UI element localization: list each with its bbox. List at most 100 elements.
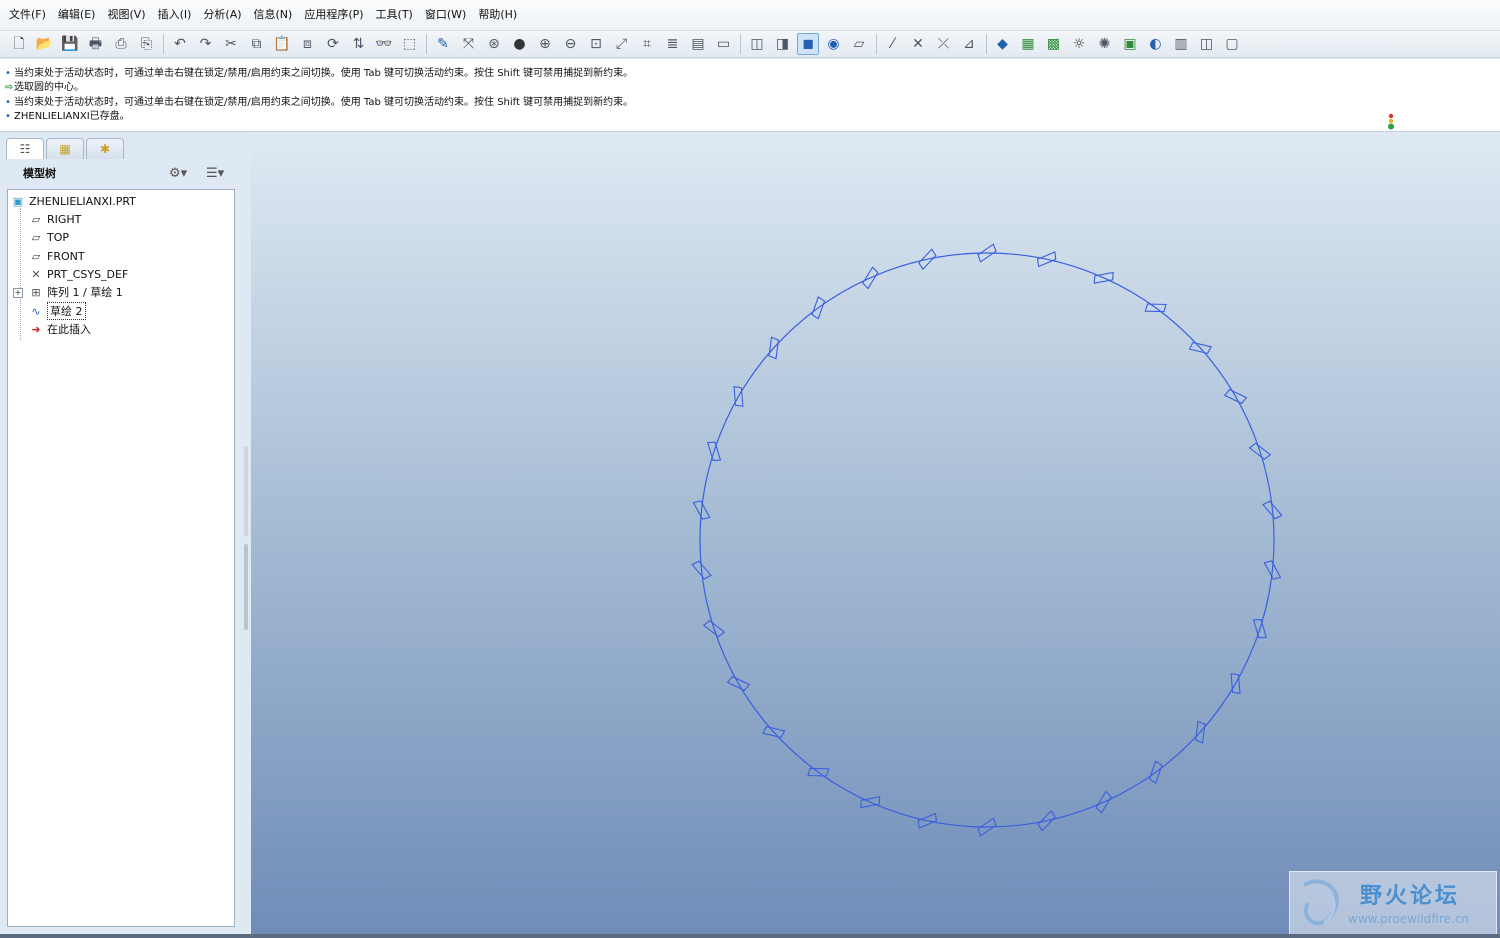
menu-bar: 文件(F) 编辑(E) 视图(V) 插入(I) 分析(A) 信息(N) 应用程序(P) 工具(… <box>0 0 1500 30</box>
tree-item-label: 在此插入 <box>47 323 91 336</box>
menu-item[interactable]: 信息(N) <box>248 0 299 30</box>
paste-special-icon[interactable]: ⧈ <box>297 33 319 55</box>
message-line: ⇨选取圆的中心。 <box>5 82 84 93</box>
menu-item[interactable]: 窗口(W) <box>419 0 472 30</box>
shading-mode-icon[interactable]: ◼ <box>797 33 819 55</box>
no-hidden-icon[interactable]: ◨ <box>772 33 794 55</box>
blank-icon[interactable]: ▢ <box>1221 33 1243 55</box>
tab-model-tree[interactable]: ☷ <box>6 138 44 159</box>
regenerate-icon[interactable]: ⟳ <box>322 33 344 55</box>
zoom-out-icon[interactable]: ⊖ <box>560 33 582 55</box>
grid-icon[interactable]: ▩ <box>1043 33 1065 55</box>
datum-axis-display-icon[interactable]: ⁄ <box>882 33 904 55</box>
saved-views-icon[interactable]: ⌗ <box>636 33 658 55</box>
tree-item-csys[interactable]: ✕ PRT_CSYS_DEF <box>28 265 128 283</box>
model-tree-tab-icon: ☷ <box>19 142 31 156</box>
watermark-logo-icon <box>1302 879 1339 925</box>
light-icon[interactable]: ☼ <box>1068 33 1090 55</box>
tree-settings-icon[interactable]: ⚙▾ <box>169 166 187 181</box>
menu-item[interactable]: 帮助(H) <box>472 0 523 30</box>
panel-splitter[interactable] <box>243 446 249 756</box>
reorient-icon[interactable]: ⤢ <box>611 33 633 55</box>
datum-point-icon[interactable]: ⊛ <box>483 33 505 55</box>
model-tree-icon[interactable]: ◆ <box>992 33 1014 55</box>
select-box-icon[interactable]: ⬚ <box>399 33 421 55</box>
refit-icon[interactable]: ⊡ <box>585 33 607 55</box>
copy-icon[interactable]: ⧉ <box>246 33 268 55</box>
model-tree-title: 模型树 <box>23 167 56 180</box>
main-toolbar: 🗋 📂 💾 🖶 ⎙ ⎘ ↶ ↷ ✂ ⧉ 📋 ⧈ ⟳ ⇅ 👓 ⬚ ✎ ⤧ ⊛ ● ⊕ ⊖ ⊡ ⤢ ⌗ ≣ ▤ ▭ ◫ ◨ ◼ ◉ ▱ ⁄ ✕ ⤫ ⊿ ◆ ▦ ▩… <box>0 30 1500 58</box>
menu-item[interactable]: 插入(I) <box>152 0 198 30</box>
print-preview-icon[interactable]: ⎘ <box>136 33 158 55</box>
tree-item-label: 草绘 2 <box>47 302 86 320</box>
view-manager-icon[interactable]: ▤ <box>687 33 709 55</box>
csys-icon: ✕ <box>31 267 41 281</box>
tab-favorites[interactable]: ✱ <box>86 138 124 159</box>
model-player-icon[interactable]: ▥ <box>1170 33 1192 55</box>
sketch-icon[interactable]: ✎ <box>432 33 454 55</box>
layers-icon[interactable]: ≣ <box>662 33 684 55</box>
save-icon[interactable]: 💾 <box>59 33 81 55</box>
find-icon[interactable]: 👓 <box>373 33 395 55</box>
hidden-line-icon[interactable]: ◫ <box>746 33 768 55</box>
tree-columns-icon[interactable]: ☰▾ <box>206 166 224 181</box>
tree-item-pattern[interactable]: ⊞ 阵列 1 / 草绘 1 <box>28 283 122 301</box>
menu-item[interactable]: 工具(T) <box>370 0 419 30</box>
datum-axis-icon[interactable]: ⤧ <box>458 33 480 55</box>
sketch-geometry[interactable] <box>251 133 1500 938</box>
pattern-icon: ⊞ <box>31 285 41 299</box>
menu-item[interactable]: 分析(A) <box>197 0 247 30</box>
csys-display-icon[interactable]: ⤫ <box>933 33 955 55</box>
redo-icon[interactable]: ↷ <box>195 33 217 55</box>
info-bullet-icon: • <box>5 111 11 122</box>
tree-item-top[interactable]: ▱ TOP <box>28 228 69 246</box>
shading-icon[interactable]: ● <box>509 33 531 55</box>
graphics-window[interactable] <box>251 133 1500 938</box>
regen-manager-icon[interactable]: ⇅ <box>348 33 370 55</box>
menu-item[interactable]: 视图(V) <box>101 0 151 30</box>
menu-item[interactable]: 文件(F) <box>3 0 52 30</box>
datum-features-icon[interactable]: ▦ <box>1017 33 1039 55</box>
forum-watermark: 野火论坛 www.proewildfire.cn <box>1289 871 1497 935</box>
model-tree-header: 模型树 ⚙▾ ☰▾ <box>6 161 240 185</box>
expand-toggle-icon[interactable]: + <box>13 288 23 298</box>
open-icon[interactable]: 📂 <box>34 33 56 55</box>
status-light-icon[interactable] <box>1386 113 1396 131</box>
menu-item[interactable]: 应用程序(P) <box>298 0 369 30</box>
zoom-in-icon[interactable]: ⊕ <box>534 33 556 55</box>
tab-folder-browser[interactable]: ▦ <box>46 138 84 159</box>
menu-item[interactable]: 编辑(E) <box>52 0 102 30</box>
sketch-icon: ∿ <box>31 304 41 318</box>
spin-center-icon[interactable]: ✺ <box>1094 33 1116 55</box>
status-bar <box>0 934 1500 938</box>
undo-icon[interactable]: ↶ <box>169 33 191 55</box>
part-icon: ▣ <box>12 194 24 208</box>
wireframe-icon[interactable]: ▭ <box>713 33 735 55</box>
annotation-display-icon[interactable]: ⊿ <box>958 33 980 55</box>
tree-item-label: PRT_CSYS_DEF <box>47 267 129 281</box>
datum-plane-display-icon[interactable]: ▱ <box>848 33 870 55</box>
point-display-icon[interactable]: ✕ <box>907 33 929 55</box>
tree-item-label: TOP <box>47 230 70 244</box>
tree-item-right[interactable]: ▱ RIGHT <box>28 210 82 228</box>
datum-plane-icon: ▱ <box>31 249 41 263</box>
navigator-panel: ☷ ▦ ✱ 模型树 ⚙▾ ☰▾ ▣ ZHENLIELIANXI.PRT ▱ RI… <box>0 133 250 938</box>
tree-item-sketch-2[interactable]: ∿ 草绘 2 <box>28 302 86 320</box>
datum-plane-icon: ▱ <box>31 212 41 226</box>
appearance-icon[interactable]: ◉ <box>823 33 845 55</box>
paste-icon[interactable]: 📋 <box>271 33 293 55</box>
measure-icon[interactable]: ◫ <box>1196 33 1218 55</box>
print-icon[interactable]: 🖶 <box>85 33 107 55</box>
new-icon[interactable]: 🗋 <box>8 33 30 55</box>
tree-item-insert-here[interactable]: ➜ 在此插入 <box>28 320 91 338</box>
render-icon[interactable]: ▣ <box>1119 33 1141 55</box>
favorites-icon: ✱ <box>99 142 111 156</box>
mapkey-icon[interactable]: ◐ <box>1145 33 1167 55</box>
cut-icon[interactable]: ✂ <box>220 33 242 55</box>
tree-item-part[interactable]: ▣ ZHENLIELIANXI.PRT <box>10 192 136 210</box>
page-setup-icon[interactable]: ⎙ <box>110 33 132 55</box>
navigator-tabs: ☷ ▦ ✱ <box>6 138 126 160</box>
datum-plane-icon: ▱ <box>31 230 41 244</box>
sketch-circle <box>699 252 1275 828</box>
tree-item-front[interactable]: ▱ FRONT <box>28 247 85 265</box>
